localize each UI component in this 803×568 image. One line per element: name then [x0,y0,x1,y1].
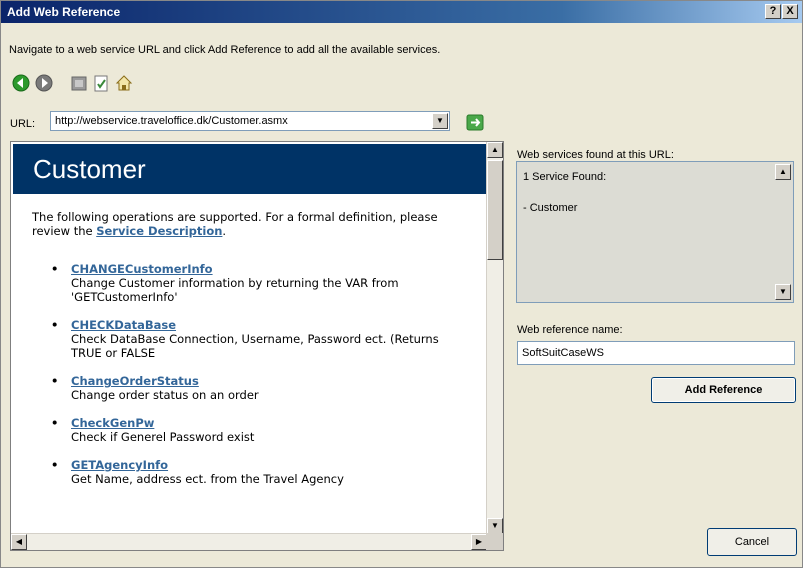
home-icon[interactable] [114,73,134,93]
list-item: • CHANGECustomerInfo Change Customer inf… [51,262,471,304]
scroll-left-icon[interactable]: ◀ [11,534,27,550]
service-name: - Customer [523,202,578,214]
back-icon[interactable] [11,73,31,93]
service-count: 1 Service Found: [523,171,607,183]
operation-link[interactable]: GETAgencyInfo [71,458,471,472]
cancel-button[interactable]: Cancel [707,528,797,556]
stop-icon[interactable] [69,73,89,93]
operation-link[interactable]: CheckGenPw [71,416,471,430]
operations-list: • CHANGECustomerInfo Change Customer inf… [51,262,471,500]
bullet-icon: • [51,318,59,332]
scroll-up-icon[interactable]: ▲ [487,142,503,158]
chevron-down-icon[interactable]: ▼ [432,113,448,129]
url-value[interactable]: http://webservice.traveloffice.dk/Custom… [55,115,288,127]
title-bar: Add Web Reference ? X [1,1,802,23]
go-icon[interactable] [466,114,484,131]
intro-text: The following operations are supported. … [32,210,438,238]
services-found-label: Web services found at this URL: [517,149,674,161]
scroll-down-icon[interactable]: ▼ [487,518,503,534]
scroll-up-icon[interactable]: ▲ [775,164,791,180]
scroll-corner [486,533,503,550]
operation-description: Check if Generel Password exist [71,430,255,444]
add-web-reference-dialog: Add Web Reference ? X Navigate to a web … [0,0,803,568]
operation-description: Get Name, address ect. from the Travel A… [71,472,344,486]
service-header: Customer [13,144,487,194]
operation-link[interactable]: ChangeOrderStatus [71,374,471,388]
services-found-list: 1 Service Found: - Customer ▲ ▼ [516,161,794,303]
scroll-thumb[interactable] [487,160,503,260]
url-combobox[interactable]: http://webservice.traveloffice.dk/Custom… [50,111,450,131]
reference-name-field[interactable] [517,341,795,365]
url-label: URL: [10,118,36,130]
instructions-text: Navigate to a web service URL and click … [9,44,441,56]
refresh-icon[interactable] [91,73,111,93]
horizontal-scrollbar[interactable]: ◀ ▶ [11,533,487,550]
bullet-icon: • [51,374,59,388]
list-item: • ChangeOrderStatus Change order status … [51,374,471,402]
operation-link[interactable]: CHECKDataBase [71,318,471,332]
service-description-link[interactable]: Service Description [96,224,222,238]
operation-description: Change order status on an order [71,388,259,402]
add-reference-button[interactable]: Add Reference [651,377,796,403]
scroll-down-icon[interactable]: ▼ [775,284,791,300]
reference-name-input[interactable] [522,344,782,362]
operation-link[interactable]: CHANGECustomerInfo [71,262,471,276]
help-button[interactable]: ? [765,4,781,19]
forward-icon[interactable] [34,73,54,93]
intro-paragraph: The following operations are supported. … [32,210,477,238]
service-browser-pane: Customer The following operations are su… [10,141,504,551]
bullet-icon: • [51,262,59,276]
service-page: Customer The following operations are su… [11,142,487,534]
list-item: • CHECKDataBase Check DataBase Connectio… [51,318,471,360]
service-heading: Customer [33,154,146,184]
bullet-icon: • [51,458,59,472]
dialog-title: Add Web Reference [7,5,121,19]
reference-name-label: Web reference name: [517,324,623,336]
list-item: • CheckGenPw Check if Generel Password e… [51,416,471,444]
found-scrollbar[interactable]: ▲ ▼ [775,164,791,300]
operation-description: Check DataBase Connection, Username, Pas… [71,332,439,360]
intro-end: . [222,224,227,238]
scroll-right-icon[interactable]: ▶ [471,534,487,550]
close-button[interactable]: X [782,4,798,19]
bullet-icon: • [51,416,59,430]
list-item: • GETAgencyInfo Get Name, address ect. f… [51,458,471,486]
operation-description: Change Customer information by returning… [71,276,399,304]
vertical-scrollbar[interactable]: ▲ ▼ [486,142,503,534]
